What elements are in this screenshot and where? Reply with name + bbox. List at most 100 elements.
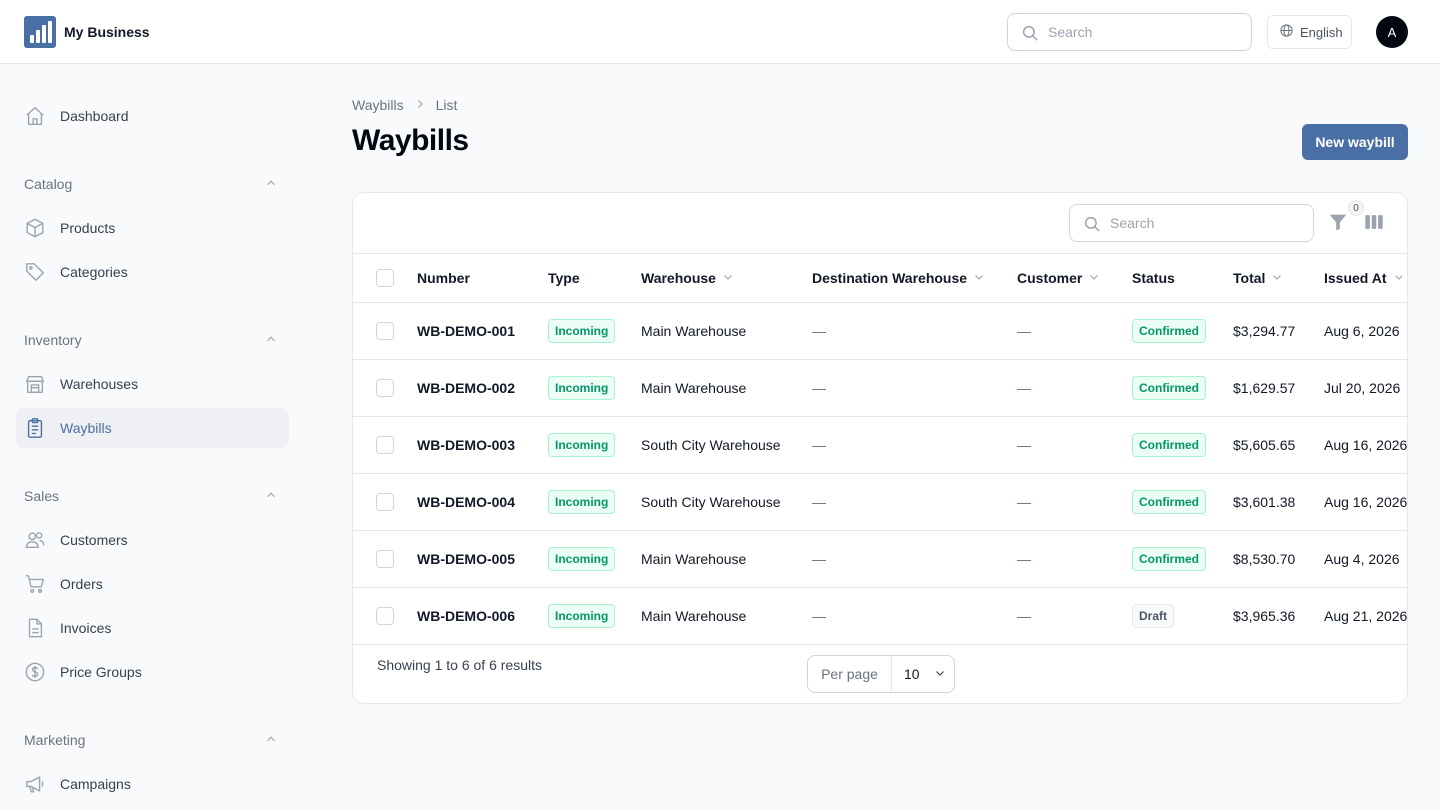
sidebar-item-label: Price Groups — [60, 664, 142, 680]
status-badge: Confirmed — [1132, 376, 1206, 400]
cell-warehouse: South City Warehouse — [641, 437, 781, 453]
cell-number[interactable]: WB-DEMO-005 — [417, 531, 515, 587]
sidebar-item-label: Waybills — [60, 420, 112, 436]
cell-status: Draft — [1132, 588, 1175, 644]
row-checkbox[interactable] — [376, 322, 394, 340]
row-checkbox[interactable] — [376, 436, 394, 454]
table-row[interactable]: WB-DEMO-005 Incoming Main Warehouse — — … — [353, 531, 1407, 588]
group-sales[interactable]: Sales — [24, 484, 278, 508]
sidebar-item-warehouses[interactable]: Warehouses — [16, 364, 289, 404]
sidebar-item-orders[interactable]: Orders — [16, 564, 289, 604]
table-row[interactable]: WB-DEMO-003 Incoming South City Warehous… — [353, 417, 1408, 474]
cell-warehouse: Main Warehouse — [641, 323, 747, 339]
cell-status: Confirmed — [1132, 303, 1206, 359]
column-header-total[interactable]: Total — [1233, 254, 1283, 302]
status-badge: Confirmed — [1132, 490, 1206, 514]
cell-issued-at: Aug 21, 2026 — [1324, 608, 1408, 624]
sidebar-item-waybills[interactable]: Waybills — [16, 408, 289, 448]
table-search-input[interactable] — [1110, 205, 1305, 241]
cell-customer: — — [1017, 608, 1031, 624]
per-page-value-text: 10 — [904, 666, 920, 682]
select-all-checkbox[interactable] — [376, 269, 394, 287]
row-checkbox[interactable] — [376, 379, 394, 397]
cube-icon — [24, 217, 46, 239]
sidebar-item-campaigns[interactable]: Campaigns — [16, 764, 289, 804]
cell-issued-at: Aug 16, 2026 — [1324, 437, 1408, 453]
cell-number[interactable]: WB-DEMO-001 — [417, 303, 515, 359]
sidebar-item-invoices[interactable]: Invoices — [16, 608, 289, 648]
cell-status: Confirmed — [1132, 360, 1206, 416]
cell-customer: — — [1017, 323, 1031, 339]
sidebar-item-dashboard[interactable]: Dashboard — [16, 96, 289, 136]
chevron-up-icon — [264, 732, 278, 749]
document-icon — [24, 617, 46, 639]
sidebar-item-label: Orders — [60, 576, 103, 592]
cell-status: Confirmed — [1132, 531, 1206, 587]
cell-total: $8,530.70 — [1233, 551, 1296, 567]
sidebar-item-customers[interactable]: Customers — [16, 520, 289, 560]
group-label: Marketing — [24, 732, 86, 748]
cell-warehouse: South City Warehouse — [641, 494, 781, 510]
language-switcher[interactable]: English — [1267, 15, 1352, 49]
breadcrumb-link-waybills[interactable]: Waybills — [352, 97, 404, 113]
filter-button[interactable] — [1327, 211, 1351, 235]
new-waybill-button[interactable]: New waybill — [1302, 124, 1408, 160]
sidebar-item-categories[interactable]: Categories — [16, 252, 289, 292]
row-checkbox[interactable] — [376, 607, 394, 625]
global-search-input[interactable] — [1048, 14, 1243, 50]
sidebar-item-products[interactable]: Products — [16, 208, 289, 248]
type-badge: Incoming — [548, 490, 616, 514]
table-row[interactable]: WB-DEMO-006 Incoming Main Warehouse — — … — [353, 588, 1408, 645]
group-marketing[interactable]: Marketing — [24, 728, 278, 752]
row-checkbox[interactable] — [376, 550, 394, 568]
column-header-issued-at[interactable]: Issued At — [1324, 254, 1405, 302]
language-label: English — [1300, 24, 1343, 40]
column-header-label: Issued At — [1324, 270, 1387, 286]
table-row[interactable]: WB-DEMO-004 Incoming South City Warehous… — [353, 474, 1407, 531]
cell-type: Incoming — [548, 360, 616, 416]
per-page-select[interactable]: Per page 10 — [807, 655, 955, 693]
row-checkbox[interactable] — [376, 493, 394, 511]
search-icon — [1083, 215, 1101, 238]
cell-destination: — — [812, 608, 826, 624]
waybills-table-card: 0 Number Type Warehouse Destination Ware… — [352, 192, 1408, 704]
column-header-label: Warehouse — [641, 270, 716, 286]
sidebar-item-price-groups[interactable]: Price Groups — [16, 652, 289, 692]
cell-status: Confirmed — [1132, 417, 1206, 473]
sidebar-item-label: Categories — [60, 264, 128, 280]
table-row[interactable]: WB-DEMO-002 Incoming Main Warehouse — — … — [353, 360, 1407, 417]
brand[interactable]: My Business — [24, 16, 150, 48]
sidebar-item-label: Campaigns — [60, 776, 131, 792]
table-row[interactable]: WB-DEMO-001 Incoming Main Warehouse — — … — [353, 303, 1407, 360]
column-header-type[interactable]: Type — [548, 254, 580, 302]
column-header-customer[interactable]: Customer — [1017, 254, 1100, 302]
breadcrumb-current: List — [435, 97, 458, 113]
column-header-status[interactable]: Status — [1132, 254, 1175, 302]
toggle-columns-button[interactable] — [1363, 211, 1387, 235]
column-header-label: Customer — [1017, 270, 1083, 286]
group-inventory[interactable]: Inventory — [24, 328, 278, 352]
cell-number[interactable]: WB-DEMO-003 — [417, 417, 515, 473]
table-search[interactable] — [1069, 204, 1314, 242]
top-bar: My Business English A — [0, 0, 1440, 64]
avatar[interactable]: A — [1376, 16, 1408, 48]
column-header-number[interactable]: Number — [417, 254, 470, 302]
type-badge: Incoming — [548, 433, 616, 457]
chevron-right-icon — [414, 97, 426, 113]
column-header-destination-warehouse[interactable]: Destination Warehouse — [812, 254, 985, 302]
cell-type: Incoming — [548, 417, 616, 473]
cell-number[interactable]: WB-DEMO-006 — [417, 588, 515, 644]
dollar-circle-icon — [24, 661, 46, 683]
page-title: Waybills — [352, 124, 469, 157]
sidebar: Dashboard Catalog Products Categories In… — [0, 65, 306, 810]
column-header-warehouse[interactable]: Warehouse — [641, 254, 734, 302]
search-icon — [1021, 24, 1039, 47]
cell-number[interactable]: WB-DEMO-004 — [417, 474, 515, 530]
per-page-value[interactable]: 10 — [892, 656, 954, 692]
group-label: Inventory — [24, 332, 82, 348]
cell-number[interactable]: WB-DEMO-002 — [417, 360, 515, 416]
global-search[interactable] — [1007, 13, 1252, 51]
cell-total: $5,605.65 — [1233, 437, 1296, 453]
group-catalog[interactable]: Catalog — [24, 172, 278, 196]
tag-icon — [24, 261, 46, 283]
